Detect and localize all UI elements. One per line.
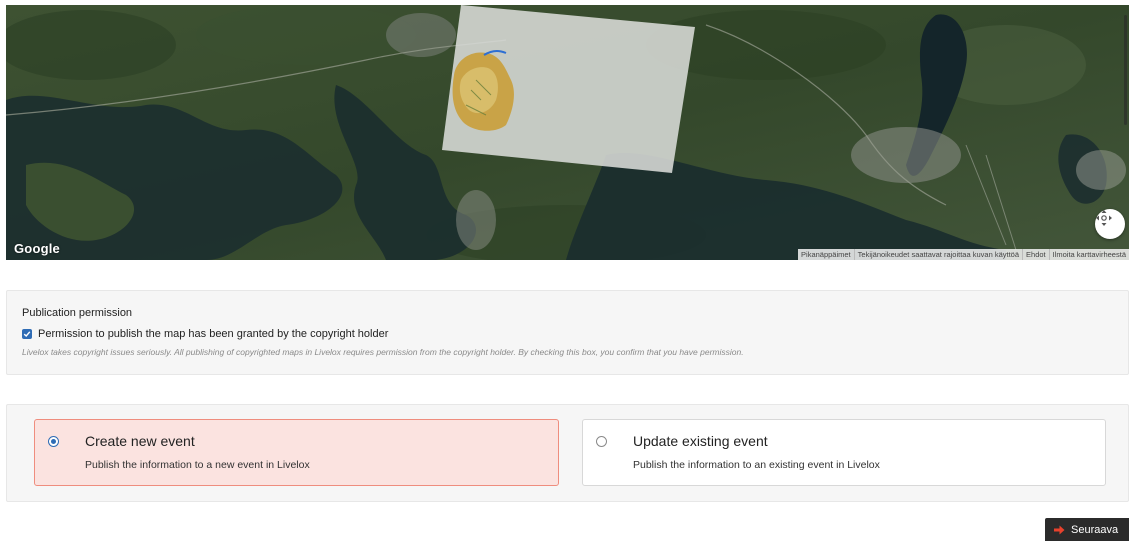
map-scrollbar[interactable]	[1124, 15, 1127, 125]
permission-checkbox-row[interactable]: Permission to publish the map has been g…	[22, 328, 388, 340]
google-logo: Google	[14, 241, 60, 256]
attribution-terms-link[interactable]: Ehdot	[1022, 249, 1049, 260]
next-button[interactable]: Seuraava	[1045, 518, 1129, 541]
permission-checkbox[interactable]	[22, 329, 32, 339]
publication-permission-panel: Publication permission Permission to pub…	[6, 290, 1129, 375]
permission-title: Publication permission	[22, 307, 133, 319]
next-button-label: Seuraava	[1071, 523, 1119, 536]
attribution-report-link[interactable]: Ilmoita karttavirheestä	[1048, 249, 1129, 260]
map-view[interactable]: Google Pikanäppäimet Tekijänoikeudet saa…	[6, 5, 1129, 260]
event-options-panel: Create new event Publish the information…	[6, 404, 1129, 502]
create-new-event-option[interactable]: Create new event Publish the information…	[34, 419, 559, 486]
attribution-copyright: Tekijänoikeudet saattavat rajoittaa kuva…	[853, 249, 1022, 260]
satellite-imagery	[6, 5, 1129, 260]
permission-checkbox-label: Permission to publish the map has been g…	[38, 328, 389, 340]
create-new-event-radio[interactable]	[48, 436, 59, 447]
map-overlay-sheet[interactable]	[442, 5, 695, 173]
arrow-right-icon	[1054, 525, 1065, 535]
move-arrows-icon[interactable]	[1095, 209, 1125, 239]
attribution-shortcuts-link[interactable]: Pikanäppäimet	[798, 249, 854, 260]
update-existing-event-radio[interactable]	[596, 436, 607, 447]
option-description: Publish the information to an existing e…	[633, 459, 880, 471]
option-description: Publish the information to a new event i…	[85, 459, 310, 471]
option-title: Update existing event	[633, 433, 768, 449]
map-attribution: Pikanäppäimet Tekijänoikeudet saattavat …	[798, 249, 1129, 260]
option-title: Create new event	[85, 433, 195, 449]
update-existing-event-option[interactable]: Update existing event Publish the inform…	[582, 419, 1106, 486]
checkmark-icon	[23, 331, 31, 338]
permission-note: Livelox takes copyright issues seriously…	[22, 347, 744, 357]
